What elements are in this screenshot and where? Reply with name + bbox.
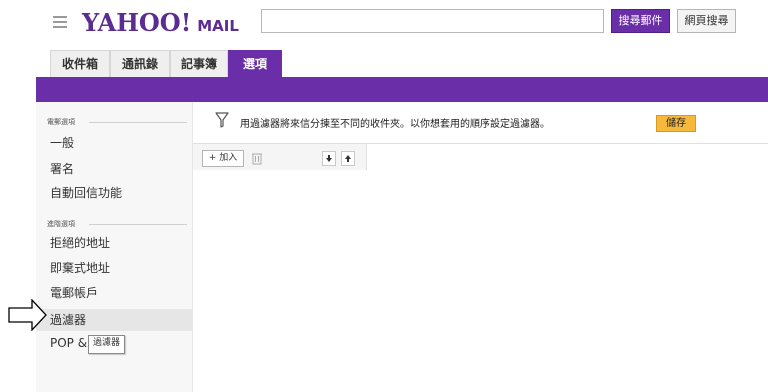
sidebar-item-disposable-addresses[interactable]: 即棄式地址 xyxy=(36,257,192,279)
tab-inbox[interactable]: 收件箱 xyxy=(50,50,110,77)
add-filter-button[interactable]: + 加入 xyxy=(202,150,244,167)
tooltip: 過濾器 xyxy=(88,335,126,354)
move-up-button[interactable] xyxy=(341,151,355,166)
trash-icon[interactable] xyxy=(250,151,264,166)
mail-search-button[interactable]: 搜尋郵件 xyxy=(611,9,670,33)
menu-icon[interactable] xyxy=(53,16,67,28)
filter-notice: 用過濾器將來信分揀至不同的收件夾。以你想套用的順序設定過濾器。 xyxy=(240,119,550,130)
sidebar-heading-mail-options: 電郵選項 xyxy=(47,117,187,127)
arrow-down-icon xyxy=(326,155,332,162)
logo-sub-text: MAIL xyxy=(197,17,239,35)
search-input[interactable] xyxy=(261,9,604,33)
sidebar-heading-advanced-options: 進階選項 xyxy=(47,219,187,229)
logo-main-text: YAHOO! xyxy=(82,8,192,37)
sidebar-item-filters[interactable]: 過濾器 xyxy=(36,309,192,331)
filter-icon xyxy=(215,112,229,128)
yahoo-mail-logo[interactable]: YAHOO! MAIL xyxy=(82,8,239,37)
arrow-up-icon xyxy=(345,155,351,162)
sidebar-item-signature[interactable]: 署名 xyxy=(36,158,192,180)
tab-options[interactable]: 選項 xyxy=(228,50,282,77)
sidebar-item-mail-accounts[interactable]: 電郵帳戶 xyxy=(36,282,192,304)
pointer-arrow-icon xyxy=(8,299,47,331)
sidebar-item-auto-reply[interactable]: 自動回信功能 xyxy=(36,182,192,204)
sidebar-item-general[interactable]: 一般 xyxy=(36,132,192,154)
tab-notepad[interactable]: 記事簿 xyxy=(170,50,228,77)
save-button[interactable]: 儲存 xyxy=(656,115,696,132)
web-search-button[interactable]: 網頁搜尋 xyxy=(677,9,736,33)
sidebar-item-blocked-addresses[interactable]: 拒絕的地址 xyxy=(36,232,192,254)
tab-contacts[interactable]: 通訊錄 xyxy=(110,50,170,77)
move-down-button[interactable] xyxy=(322,151,336,166)
nav-bar xyxy=(36,77,768,102)
